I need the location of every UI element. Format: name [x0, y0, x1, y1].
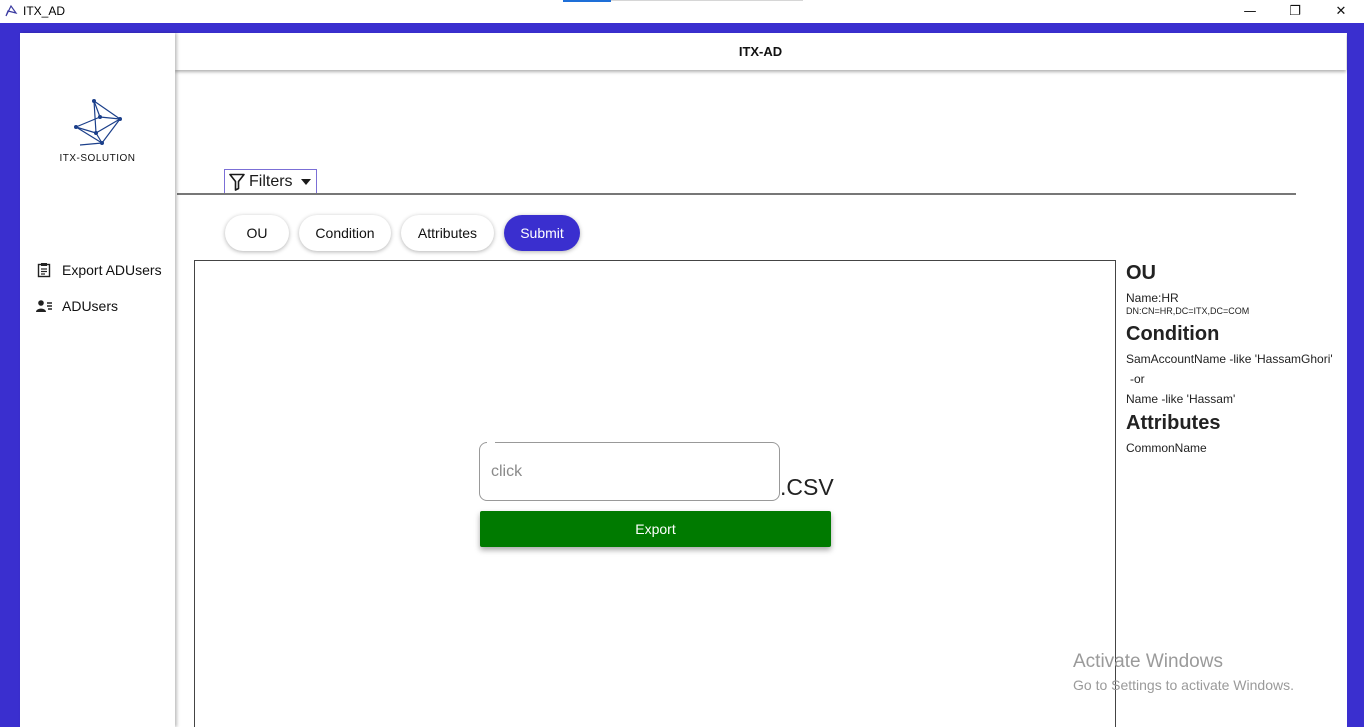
- summary-condition-line: -or: [1130, 372, 1145, 386]
- maximize-button[interactable]: ❐: [1272, 0, 1318, 22]
- summary-ou-dn: DN:CN=HR,DC=ITX,DC=COM: [1126, 306, 1250, 316]
- sidebar: ITX-SOLUTION Export ADUsers ADUsers: [20, 33, 175, 727]
- app-logo-icon: [4, 4, 18, 18]
- app-header: ITX-AD: [175, 33, 1346, 70]
- input-label-notch: [487, 440, 495, 444]
- sidebar-item-adusers[interactable]: ADUsers: [36, 298, 118, 314]
- export-button[interactable]: Export: [480, 511, 831, 547]
- window-titlebar: ITX_AD — ❐ ✕: [0, 0, 1364, 23]
- logo-text: ITX-SOLUTION: [59, 153, 136, 164]
- summary-ou-heading: OU: [1126, 262, 1156, 284]
- window-title: ITX_AD: [23, 4, 66, 18]
- titlebar-accent: [563, 0, 611, 2]
- sidebar-item-label: Export ADUsers: [62, 262, 162, 278]
- filter-icon: [229, 173, 245, 191]
- summary-attributes-heading: Attributes: [1126, 412, 1221, 434]
- page-title: ITX-AD: [738, 44, 783, 59]
- summary-condition-heading: Condition: [1126, 323, 1220, 345]
- attributes-button[interactable]: Attributes: [401, 215, 494, 251]
- sidebar-item-label: ADUsers: [62, 298, 119, 314]
- sidebar-item-export-adusers[interactable]: Export ADUsers: [36, 262, 162, 278]
- close-button[interactable]: ✕: [1318, 0, 1364, 22]
- titlebar-divider: [611, 0, 803, 1]
- summary-condition-line: Name -like 'Hassam': [1126, 392, 1236, 406]
- ou-button[interactable]: OU: [225, 215, 289, 251]
- chevron-down-icon: [300, 179, 311, 185]
- filters-dropdown-button[interactable]: Filters: [224, 169, 317, 194]
- activation-watermark-title: Activate Windows: [1073, 651, 1223, 672]
- condition-button[interactable]: Condition: [299, 215, 391, 251]
- minimize-button[interactable]: —: [1227, 0, 1273, 22]
- file-extension-label: .CSV: [780, 474, 834, 500]
- activation-watermark-subtitle: Go to Settings to activate Windows.: [1073, 677, 1294, 693]
- filters-divider: [177, 193, 1296, 195]
- summary-condition-line: SamAccountName -like 'HassamGhori': [1126, 352, 1333, 366]
- summary-attribute-item: CommonName: [1126, 441, 1207, 455]
- itx-logo-icon: [72, 97, 122, 149]
- users-icon: [36, 298, 52, 314]
- filename-input[interactable]: [479, 442, 780, 501]
- submit-button[interactable]: Submit: [504, 215, 580, 251]
- list-icon: [36, 262, 52, 278]
- filters-label: Filters: [249, 173, 293, 190]
- summary-ou-name: Name:HR: [1126, 291, 1179, 305]
